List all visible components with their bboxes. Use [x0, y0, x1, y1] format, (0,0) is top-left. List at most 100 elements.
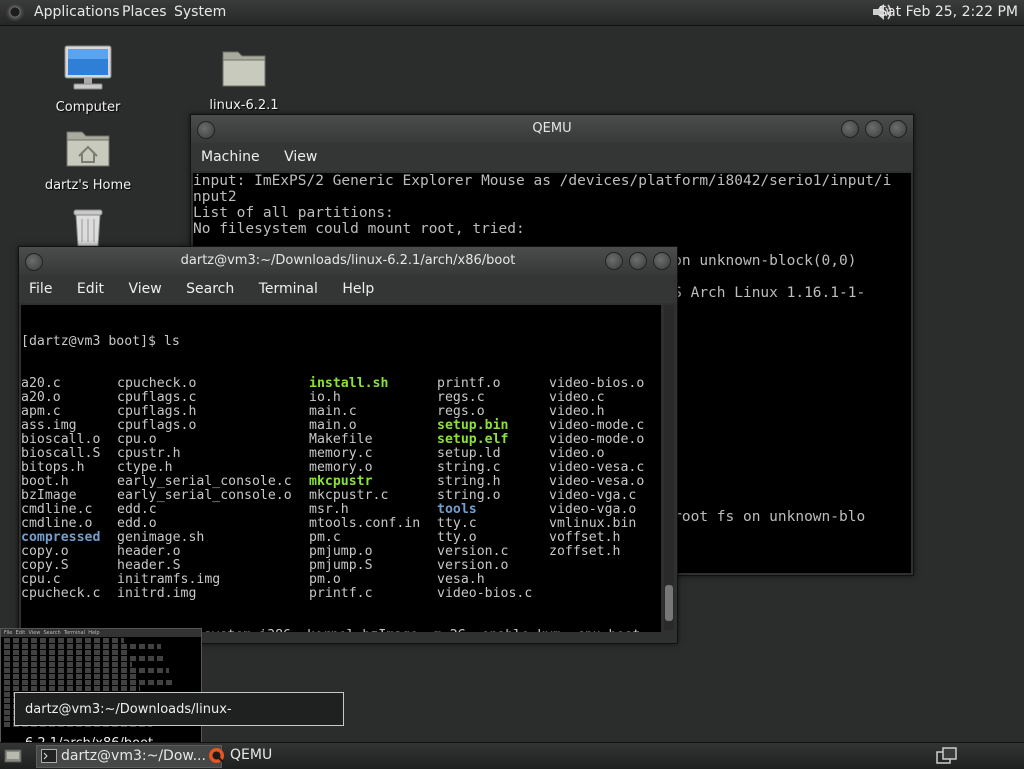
preview-line — [4, 656, 165, 661]
close-button[interactable] — [653, 252, 671, 270]
ls-entry: setup.ld — [437, 446, 501, 461]
preview-line — [4, 644, 161, 649]
menu-search[interactable]: Search — [176, 275, 244, 303]
window-menu-button[interactable] — [25, 253, 43, 271]
menu-edit[interactable]: Edit — [67, 275, 114, 303]
ls-entry: tty.o — [437, 530, 477, 545]
close-button[interactable] — [889, 120, 907, 138]
qemu-titlebar[interactable]: QEMU — [191, 115, 913, 143]
taskbar-tooltip: dartz@vm3:~/Downloads/linux-6.2.1/arch/x… — [14, 692, 344, 751]
ls-row: bioscall.S cpustr.h memory.c setup.ld video.… — [21, 447, 661, 461]
ls-entry: copy.S — [21, 558, 69, 573]
ls-entry: vmlinux.bin — [549, 516, 637, 531]
ls-entry: string.h — [437, 474, 501, 489]
ls-entry: early_serial_console.o — [117, 488, 292, 503]
ls-entry: video-mode.o — [549, 432, 645, 447]
qemu-menubar: Machine View — [191, 143, 913, 171]
ls-entry: regs.o — [437, 404, 485, 419]
ls-entry: pmjump.o — [309, 544, 373, 559]
ls-entry: mkcpustr — [309, 474, 373, 489]
preview-line — [4, 686, 140, 691]
ls-entry: video-bios.o — [549, 376, 645, 391]
workspace-switcher-icon[interactable] — [936, 747, 958, 765]
preview-line — [4, 668, 169, 673]
menu-places[interactable]: Places — [122, 4, 167, 20]
menu-help[interactable]: Help — [332, 275, 384, 303]
terminal-titlebar[interactable]: dartz@vm3:~/Downloads/linux-6.2.1/arch/x… — [19, 247, 677, 275]
ls-entry: pm.o — [309, 572, 341, 587]
window-menu-button[interactable] — [197, 121, 215, 139]
distro-logo-icon[interactable] — [6, 3, 24, 21]
maximize-button[interactable] — [629, 252, 647, 270]
ls-entry: msr.h — [309, 502, 349, 517]
ls-row: cmdline.o edd.o mtools.conf.in tty.c vmlinux… — [21, 517, 661, 531]
scrollbar-thumb[interactable] — [665, 585, 673, 621]
preview-line — [4, 662, 132, 667]
desktop-icon-computer[interactable]: Computer — [38, 44, 138, 115]
terminal-line: [dartz@vm3 boot]$ ls — [21, 334, 180, 349]
desktop-icon-home[interactable]: dartz's Home — [38, 126, 138, 193]
bottom-panel: dartz@vm3:~/Dow... QEMU — [0, 742, 1024, 769]
ls-entry: edd.c — [117, 502, 157, 517]
menu-machine[interactable]: Machine — [191, 143, 270, 171]
ls-row: compressed genimage.sh pm.c tty.o voffset.h — [21, 531, 661, 545]
terminal-output[interactable]: [dartz@vm3 boot]$ ls a20.c cpucheck.o inst… — [21, 305, 661, 632]
ls-entry: io.h — [309, 390, 341, 405]
ls-entry: tty.c — [437, 516, 477, 531]
computer-icon — [64, 45, 112, 90]
ls-entry: mkcpustr.c — [309, 488, 389, 503]
ls-entry: cpuflags.c — [117, 390, 197, 405]
ls-entry: memory.o — [309, 460, 373, 475]
desktop-icon-label: linux-6.2.1 — [209, 98, 279, 113]
desktop-icon-linux-folder[interactable]: linux-6.2.1 — [194, 46, 294, 113]
ls-entry: printf.c — [309, 586, 373, 601]
qemu-console-line: No filesystem could mount root, tried: — [193, 221, 525, 237]
ls-entry: ctype.h — [117, 460, 173, 475]
window-title: dartz@vm3:~/Downloads/linux-6.2.1/arch/x… — [180, 253, 516, 268]
ls-entry: bzImage — [21, 488, 77, 503]
ls-entry: cpu.c — [21, 572, 61, 587]
taskbar-item-qemu[interactable]: QEMU — [206, 745, 350, 766]
terminal-scrollbar[interactable] — [664, 305, 674, 630]
minimize-button[interactable] — [841, 120, 859, 138]
ls-entry: video.o — [549, 446, 605, 461]
ls-row: bioscall.o cpu.o Makefile setup.elf video-mo… — [21, 433, 661, 447]
ls-entry: compressed — [21, 530, 101, 545]
folder-icon — [222, 51, 266, 87]
ls-entry: ass.img — [21, 418, 77, 433]
home-folder-icon — [66, 131, 110, 167]
terminal-menubar: File Edit View Search Terminal Help — [19, 275, 677, 303]
ls-entry: cmdline.c — [21, 502, 93, 517]
ls-row: bzImage early_serial_console.o mkcpustr.c s… — [21, 489, 661, 503]
ls-entry: video-mode.c — [549, 418, 645, 433]
menu-view[interactable]: View — [118, 275, 171, 303]
ls-entry: voffset.h — [549, 530, 621, 545]
ls-entry: pmjump.S — [309, 558, 373, 573]
clock[interactable]: Sat Feb 25, 2:22 PM — [878, 4, 1018, 20]
ls-row: bitops.h ctype.h memory.o string.c video-ves… — [21, 461, 661, 475]
ls-entry: bitops.h — [21, 460, 85, 475]
ls-row: copy.S header.S pmjump.S version.o — [21, 559, 661, 573]
menu-view[interactable]: View — [274, 143, 327, 171]
ls-entry: edd.o — [117, 516, 157, 531]
menu-applications[interactable]: Applications — [34, 4, 120, 20]
menu-system[interactable]: System — [174, 4, 226, 20]
ls-entry: video-vesa.o — [549, 474, 645, 489]
ls-entry: bioscall.S — [21, 446, 101, 461]
preview-line — [4, 650, 128, 655]
menu-terminal[interactable]: Terminal — [249, 275, 328, 303]
ls-entry: video.c — [549, 390, 605, 405]
ls-row: a20.o cpuflags.c io.h regs.c video.c — [21, 391, 661, 405]
qemu-console-line: input: ImExPS/2 Generic Explorer Mouse a… — [193, 173, 892, 189]
menu-file[interactable]: File — [19, 275, 62, 303]
ls-entry: mtools.conf.in — [309, 516, 421, 531]
maximize-button[interactable] — [865, 120, 883, 138]
minimize-button[interactable] — [605, 252, 623, 270]
taskbar-item-terminal[interactable]: dartz@vm3:~/Dow... — [36, 745, 222, 768]
ls-entry: video-bios.c — [437, 586, 533, 601]
show-desktop-icon[interactable] — [4, 747, 22, 765]
preview-line — [4, 638, 124, 643]
ls-row: a20.c cpucheck.o install.sh printf.o video-b… — [21, 377, 661, 391]
ls-entry: initrd.img — [117, 586, 197, 601]
qemu-console-line: nput2 — [193, 189, 237, 205]
